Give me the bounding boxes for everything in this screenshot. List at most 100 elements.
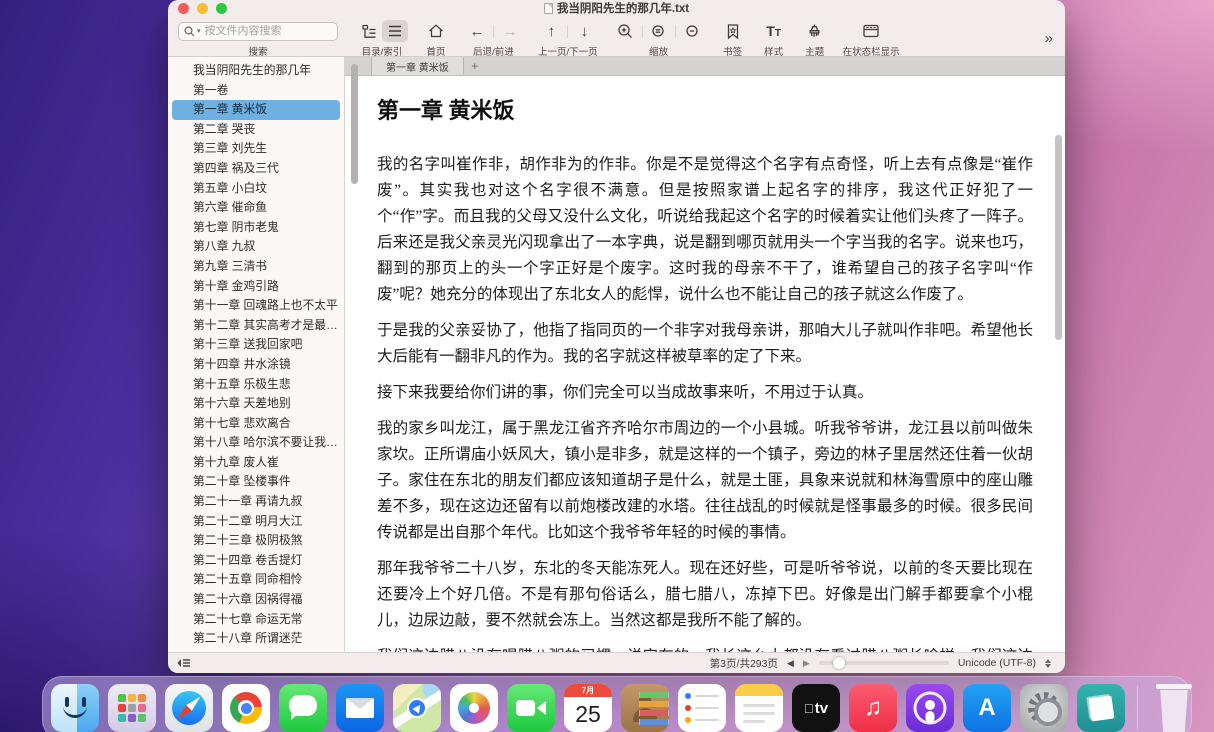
collapse-sidebar-icon[interactable] bbox=[176, 657, 192, 669]
sidebar-chapter-item[interactable]: 第九章 三清书 bbox=[172, 257, 340, 277]
dock-notes-icon[interactable] bbox=[735, 684, 783, 732]
sidebar-chapter-item[interactable]: 第五章 小白坟 bbox=[172, 179, 340, 199]
paragraph: 我的家乡叫龙江，属于黑龙江省齐齐哈尔市周边的一个小县城。听我爷爷讲，龙江县以前叫… bbox=[377, 416, 1033, 546]
sidebar-chapter-item[interactable]: 第七章 阴市老鬼 bbox=[172, 218, 340, 238]
sidebar-chapter-item[interactable]: 第八章 九叔 bbox=[172, 237, 340, 257]
sidebar-chapter-item[interactable]: 第十八章 哈尔滨不要让我… bbox=[172, 433, 340, 453]
search-input[interactable]: ▾ bbox=[178, 22, 338, 41]
sidebar-chapter-item[interactable]: 第二章 哭丧 bbox=[172, 120, 340, 140]
dock-podcasts-icon[interactable] bbox=[906, 684, 954, 732]
index-list-icon bbox=[387, 23, 403, 39]
status-bar: 第3页/共293页 ◀ ▶ Unicode (UTF-8) bbox=[168, 652, 1065, 673]
sidebar-chapter-item[interactable]: 第一章 黄米饭 bbox=[172, 100, 340, 120]
encoding-stepper[interactable] bbox=[1045, 659, 1051, 668]
dock-music-icon[interactable]: ♫ bbox=[849, 684, 897, 732]
dock-messages-icon[interactable] bbox=[279, 684, 327, 732]
paragraph: 我们这边腊八没有喝腊八粥的习惯，说实在的，我长这么大都没有看过腊八粥长啥样。我们… bbox=[377, 644, 1033, 652]
zoom-in-button[interactable] bbox=[613, 20, 639, 42]
dock-reminders-icon[interactable] bbox=[678, 684, 726, 732]
dock-contacts-icon[interactable] bbox=[621, 684, 669, 732]
dock-apple-tv-icon[interactable]: tv bbox=[792, 684, 840, 732]
sidebar-chapter-item[interactable]: 第二十六章 因祸得福 bbox=[172, 590, 340, 610]
sidebar-chapter-item[interactable]: 第十章 金鸡引路 bbox=[172, 277, 340, 297]
next-page-button[interactable]: ↓ bbox=[571, 20, 597, 42]
sidebar-chapter-item[interactable]: 第六章 催命鱼 bbox=[172, 198, 340, 218]
dock-trash-icon[interactable] bbox=[1152, 682, 1196, 732]
sidebar-chapter-item[interactable]: 第十三章 送我回家吧 bbox=[172, 335, 340, 355]
dock-app-store-icon[interactable]: A bbox=[963, 684, 1011, 732]
toolbar-overflow-button[interactable]: » bbox=[1045, 28, 1053, 47]
toc-tree-button[interactable] bbox=[356, 20, 382, 42]
index-list-button[interactable] bbox=[382, 20, 408, 42]
dock-maps-icon[interactable] bbox=[393, 684, 441, 732]
style-button[interactable]: TT bbox=[761, 20, 787, 42]
previous-page-button[interactable]: ↑ bbox=[538, 20, 564, 42]
window-title-text: 我当阴阳先生的那几年.txt bbox=[557, 0, 689, 16]
dock-safari-icon[interactable] bbox=[165, 684, 213, 732]
podcasts-glyph bbox=[906, 684, 954, 732]
chapter-sidebar: 我当阴阳先生的那几年第一卷第一章 黄米饭第二章 哭丧第三章 刘先生第四章 祸及三… bbox=[168, 57, 345, 652]
toc-index-label: 目录/索引 bbox=[362, 44, 403, 58]
page-indicator: 第3页/共293页 bbox=[710, 656, 778, 671]
statusbar-toggle-label: 在状态栏显示 bbox=[843, 44, 900, 58]
sidebar-chapter-item[interactable]: 第十九章 废人崔 bbox=[172, 453, 340, 473]
sidebar-chapter-item[interactable]: 第二十三章 极阴极煞 bbox=[172, 531, 340, 551]
sidebar-chapter-item[interactable]: 第十一章 回魂路上也不太平 bbox=[172, 296, 340, 316]
actual-size-button[interactable] bbox=[646, 20, 672, 42]
dock-divider bbox=[1137, 686, 1138, 730]
divider bbox=[642, 25, 643, 38]
sidebar-chapter-item[interactable]: 第一卷 bbox=[172, 81, 340, 101]
next-page-arrow[interactable]: ▶ bbox=[803, 658, 810, 669]
dock-launchpad-icon[interactable] bbox=[108, 684, 156, 732]
dock-chrome-icon[interactable] bbox=[222, 684, 270, 732]
window-titlebar: 我当阴阳先生的那几年.txt bbox=[168, 0, 1065, 16]
dock-finder-icon[interactable] bbox=[51, 684, 99, 732]
add-tab-button[interactable]: + bbox=[464, 57, 486, 75]
divider bbox=[567, 25, 568, 38]
sidebar-chapter-item[interactable]: 第四章 祸及三代 bbox=[172, 159, 340, 179]
paragraph: 接下来我要给你们讲的事，你们完全可以当成故事来听，不用过于认真。 bbox=[377, 380, 1033, 406]
theme-button[interactable] bbox=[802, 20, 828, 42]
desktop-wallpaper: 我当阴阳先生的那几年.txt ▾ 搜索 bbox=[0, 0, 1214, 732]
sidebar-chapter-item[interactable]: 第十五章 乐极生悲 bbox=[172, 375, 340, 395]
sidebar-chapter-item[interactable]: 第三章 刘先生 bbox=[172, 139, 340, 159]
sidebar-chapter-item[interactable]: 第二十章 坠楼事件 bbox=[172, 472, 340, 492]
sidebar-chapter-item[interactable]: 第二十七章 命运无常 bbox=[172, 610, 340, 630]
sidebar-chapter-item[interactable]: 第二十二章 明月大江 bbox=[172, 512, 340, 532]
sidebar-scrollbar[interactable] bbox=[351, 64, 358, 184]
sidebar-chapter-item[interactable]: 第十四章 井水涂镜 bbox=[172, 355, 340, 375]
sidebar-chapter-item[interactable]: 第二十八章 所谓迷茫 bbox=[172, 629, 340, 649]
tab-chapter[interactable]: 第一章 黄米饭 bbox=[371, 57, 464, 75]
search-field[interactable] bbox=[205, 25, 332, 37]
sidebar-chapter-item[interactable]: 第十六章 天差地别 bbox=[172, 394, 340, 414]
forward-icon: → bbox=[503, 24, 518, 39]
search-scope-chevron-icon[interactable]: ▾ bbox=[197, 27, 201, 35]
dock-calendar-icon[interactable]: 7月 25 bbox=[564, 684, 612, 732]
sidebar-chapter-item[interactable]: 第十二章 其实高考才是最… bbox=[172, 316, 340, 336]
zoom-out-button[interactable] bbox=[679, 20, 705, 42]
sidebar-chapter-item[interactable]: 第二十四章 卷舌提灯 bbox=[172, 551, 340, 571]
home-button[interactable] bbox=[423, 20, 449, 42]
sidebar-chapter-item[interactable]: 第十七章 悲欢离合 bbox=[172, 414, 340, 434]
content-scrollbar[interactable] bbox=[1055, 135, 1062, 340]
bookmark-button[interactable] bbox=[720, 20, 746, 42]
dock-system-preferences-icon[interactable] bbox=[1020, 684, 1068, 732]
page-up-icon: ↑ bbox=[548, 24, 556, 39]
tab-label: 第一章 黄米饭 bbox=[386, 59, 449, 74]
sidebar-chapter-item[interactable]: 第二十五章 同命相怜 bbox=[172, 570, 340, 590]
page-slider[interactable] bbox=[819, 661, 949, 665]
document-icon bbox=[544, 3, 553, 14]
dock-photos-icon[interactable] bbox=[450, 684, 498, 732]
forward-button[interactable]: → bbox=[497, 20, 523, 42]
dock-facetime-icon[interactable] bbox=[507, 684, 555, 732]
sidebar-chapter-item[interactable]: 第二十一章 再请九叔 bbox=[172, 492, 340, 512]
page-slider-thumb[interactable] bbox=[833, 657, 845, 669]
prev-page-arrow[interactable]: ◀ bbox=[787, 658, 794, 669]
dock-reader-app-icon[interactable] bbox=[1077, 684, 1125, 732]
back-button[interactable]: ← bbox=[464, 20, 490, 42]
dock-mail-icon[interactable] bbox=[336, 684, 384, 732]
page-nav-label: 上一页/下一页 bbox=[538, 44, 598, 58]
statusbar-toggle-button[interactable] bbox=[858, 20, 884, 42]
sidebar-chapter-item[interactable]: 我当阴阳先生的那几年 bbox=[172, 61, 340, 81]
home-label: 首页 bbox=[426, 44, 445, 58]
